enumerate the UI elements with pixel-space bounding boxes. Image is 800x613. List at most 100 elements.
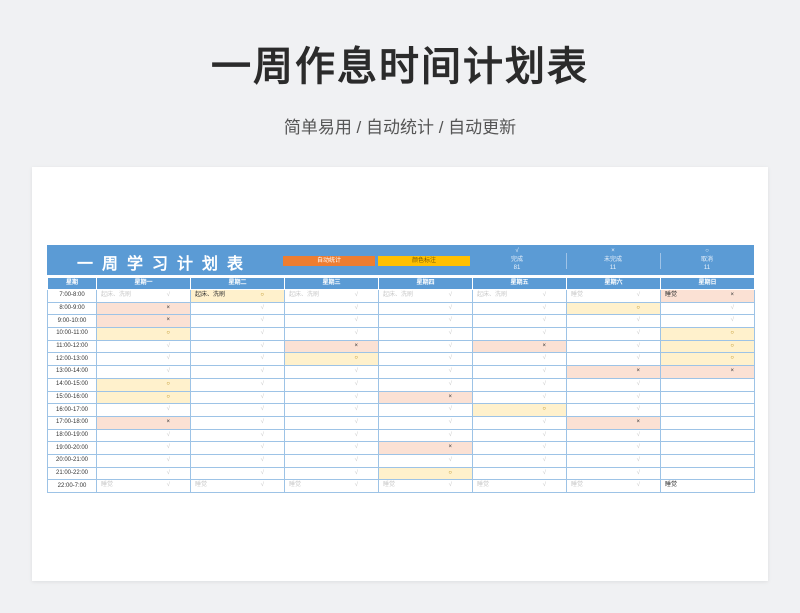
schedule-cell[interactable]: √: [566, 403, 661, 417]
column-header-day[interactable]: 星期三: [284, 277, 379, 290]
schedule-cell[interactable]: √: [472, 428, 567, 443]
schedule-cell[interactable]: √: [472, 327, 567, 341]
schedule-cell[interactable]: √: [566, 377, 661, 392]
schedule-cell[interactable]: √: [284, 377, 379, 392]
schedule-cell[interactable]: √: [190, 352, 285, 367]
schedule-cell[interactable]: √: [284, 327, 379, 341]
schedule-cell[interactable]: ○: [284, 352, 379, 367]
schedule-cell[interactable]: √: [566, 352, 661, 367]
schedule-cell[interactable]: √: [566, 314, 661, 329]
schedule-cell[interactable]: √: [378, 453, 473, 468]
schedule-cell[interactable]: √: [378, 352, 473, 367]
schedule-cell[interactable]: √: [472, 441, 567, 455]
schedule-cell[interactable]: ○: [96, 377, 191, 392]
schedule-cell[interactable]: √: [284, 415, 379, 430]
schedule-cell[interactable]: √: [284, 365, 379, 379]
schedule-cell[interactable]: √: [96, 339, 191, 354]
schedule-cell[interactable]: 睡觉 √: [96, 479, 191, 493]
schedule-cell[interactable]: √: [96, 352, 191, 367]
schedule-cell[interactable]: ○: [660, 327, 755, 341]
column-header-day[interactable]: 星期六: [566, 277, 661, 290]
schedule-cell[interactable]: √: [284, 466, 379, 481]
schedule-cell[interactable]: 起床、洗刷 ○: [190, 289, 285, 303]
schedule-cell[interactable]: √: [190, 428, 285, 443]
schedule-cell[interactable]: √: [378, 415, 473, 430]
schedule-cell[interactable]: ×: [96, 415, 191, 430]
schedule-cell[interactable]: ○: [96, 390, 191, 405]
schedule-cell[interactable]: ×: [96, 301, 191, 316]
schedule-cell[interactable]: ×: [378, 390, 473, 405]
schedule-cell[interactable]: 起床、洗刷 √: [378, 289, 473, 303]
schedule-cell[interactable]: √: [190, 327, 285, 341]
schedule-cell[interactable]: √: [96, 466, 191, 481]
column-header-day[interactable]: 星期日: [660, 277, 755, 290]
column-header-day[interactable]: 星期二: [190, 277, 285, 290]
schedule-cell[interactable]: 起床、洗刷 √: [472, 289, 567, 303]
schedule-cell[interactable]: √: [284, 428, 379, 443]
column-header-day[interactable]: 星期五: [472, 277, 567, 290]
schedule-cell[interactable]: √: [190, 314, 285, 329]
schedule-cell[interactable]: ○: [378, 466, 473, 481]
schedule-cell[interactable]: √: [378, 377, 473, 392]
schedule-cell[interactable]: √: [96, 365, 191, 379]
schedule-cell[interactable]: √: [566, 390, 661, 405]
schedule-cell[interactable]: √: [190, 377, 285, 392]
schedule-cell[interactable]: √: [378, 301, 473, 316]
schedule-cell[interactable]: 起床、洗刷 √: [96, 289, 191, 303]
schedule-cell[interactable]: 睡觉 √: [190, 479, 285, 493]
schedule-cell[interactable]: ×: [378, 441, 473, 455]
schedule-cell[interactable]: √: [190, 390, 285, 405]
schedule-cell[interactable]: √: [566, 327, 661, 341]
schedule-cell[interactable]: 睡觉 √: [566, 289, 661, 303]
schedule-cell[interactable]: √: [566, 428, 661, 443]
schedule-cell[interactable]: √: [472, 377, 567, 392]
schedule-cell[interactable]: ○: [660, 352, 755, 367]
schedule-cell[interactable]: √: [190, 403, 285, 417]
schedule-cell[interactable]: √: [284, 453, 379, 468]
schedule-cell[interactable]: √: [190, 441, 285, 455]
schedule-cell[interactable]: √: [284, 314, 379, 329]
schedule-cell[interactable]: 睡觉 √: [284, 479, 379, 493]
schedule-cell[interactable]: [660, 390, 755, 405]
schedule-cell[interactable]: √: [378, 365, 473, 379]
schedule-cell[interactable]: √: [284, 301, 379, 316]
schedule-cell[interactable]: [660, 428, 755, 443]
schedule-cell[interactable]: ○: [660, 339, 755, 354]
schedule-cell[interactable]: √: [566, 466, 661, 481]
schedule-cell[interactable]: √: [472, 453, 567, 468]
schedule-cell[interactable]: √: [378, 327, 473, 341]
schedule-cell[interactable]: √: [660, 301, 755, 316]
schedule-cell[interactable]: [660, 466, 755, 481]
schedule-cell[interactable]: √: [566, 441, 661, 455]
schedule-cell[interactable]: 睡觉 √: [566, 479, 661, 493]
schedule-cell[interactable]: √: [378, 314, 473, 329]
schedule-cell[interactable]: √: [284, 441, 379, 455]
schedule-cell[interactable]: [660, 377, 755, 392]
schedule-cell[interactable]: √: [96, 441, 191, 455]
schedule-cell[interactable]: √: [472, 466, 567, 481]
schedule-cell[interactable]: √: [284, 390, 379, 405]
schedule-cell[interactable]: √: [378, 339, 473, 354]
schedule-cell[interactable]: √: [190, 339, 285, 354]
schedule-cell[interactable]: √: [472, 390, 567, 405]
schedule-cell[interactable]: √: [284, 403, 379, 417]
schedule-cell[interactable]: √: [566, 453, 661, 468]
schedule-cell[interactable]: √: [472, 415, 567, 430]
schedule-cell[interactable]: √: [378, 403, 473, 417]
schedule-cell[interactable]: ○: [96, 327, 191, 341]
schedule-cell[interactable]: √: [566, 339, 661, 354]
schedule-cell[interactable]: 睡觉: [660, 479, 755, 493]
schedule-cell[interactable]: √: [190, 466, 285, 481]
schedule-cell[interactable]: 睡觉 √: [378, 479, 473, 493]
schedule-cell[interactable]: √: [190, 415, 285, 430]
schedule-cell[interactable]: √: [96, 428, 191, 443]
schedule-cell[interactable]: √: [190, 453, 285, 468]
column-header-day[interactable]: 星期四: [378, 277, 473, 290]
schedule-cell[interactable]: ×: [660, 365, 755, 379]
schedule-cell[interactable]: ×: [566, 365, 661, 379]
schedule-cell[interactable]: ×: [472, 339, 567, 354]
schedule-cell[interactable]: √: [472, 365, 567, 379]
schedule-cell[interactable]: √: [378, 428, 473, 443]
schedule-cell[interactable]: √: [472, 314, 567, 329]
schedule-cell[interactable]: [660, 415, 755, 430]
